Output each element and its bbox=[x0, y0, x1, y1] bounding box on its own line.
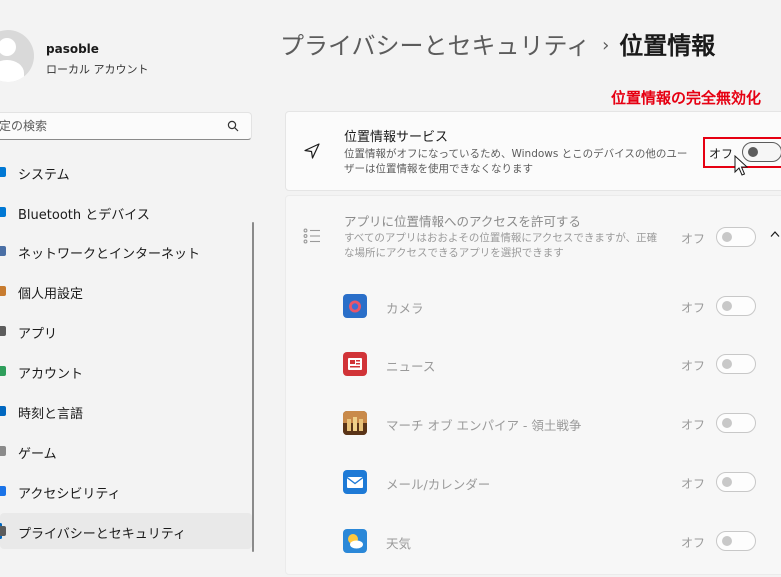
app-row-mail-calendar: メール/カレンダー オフ bbox=[286, 460, 781, 518]
avatar[interactable] bbox=[0, 30, 34, 82]
app-row-camera: カメラ オフ bbox=[286, 284, 781, 342]
toggle-knob bbox=[722, 418, 732, 428]
news-icon bbox=[343, 352, 367, 376]
location-service-title: 位置情報サービス bbox=[344, 130, 449, 145]
sidebar-item-system[interactable]: システム bbox=[0, 154, 252, 190]
toggle-knob bbox=[722, 477, 732, 487]
account-type: ローカル アカウント bbox=[46, 63, 149, 76]
sidebar-item-gaming[interactable]: ゲーム bbox=[0, 433, 252, 469]
app-state: オフ bbox=[681, 301, 706, 315]
app-toggle[interactable] bbox=[716, 472, 756, 492]
page-title: 位置情報 bbox=[619, 32, 716, 60]
location-service-state: オフ bbox=[709, 147, 734, 161]
search-icon[interactable] bbox=[227, 120, 239, 132]
game-icon bbox=[0, 446, 6, 456]
user-name: pasoble bbox=[46, 42, 99, 56]
avatar-head bbox=[0, 38, 16, 56]
breadcrumb-parent[interactable]: プライバシーとセキュリティ bbox=[280, 32, 590, 60]
sidebar-item-accounts[interactable]: アカウント bbox=[0, 353, 252, 389]
app-access-toggle[interactable] bbox=[716, 227, 756, 247]
camera-icon bbox=[343, 294, 367, 318]
annotation-caption: 位置情報の完全無効化 bbox=[611, 89, 762, 107]
avatar-body bbox=[0, 60, 24, 82]
toggle-knob bbox=[722, 301, 732, 311]
weather-icon bbox=[343, 529, 367, 553]
apps-icon bbox=[0, 326, 6, 336]
app-toggle[interactable] bbox=[716, 413, 756, 433]
app-row-weather: 天気 オフ bbox=[286, 519, 781, 577]
sidebar-item-apps[interactable]: アプリ bbox=[0, 313, 252, 349]
app-row-march-of-empires: マーチ オブ エンパイア - 領土戦争 オフ bbox=[286, 401, 781, 459]
app-row-news: ニュース オフ bbox=[286, 342, 781, 400]
toggle-knob bbox=[722, 232, 732, 242]
location-arrow-icon bbox=[304, 143, 320, 159]
app-name: メール/カレンダー bbox=[386, 477, 491, 492]
app-toggle[interactable] bbox=[716, 354, 756, 374]
breadcrumb: プライバシーとセキュリティ › 位置情報 bbox=[280, 26, 715, 61]
network-icon bbox=[0, 246, 6, 256]
app-access-card: アプリに位置情報へのアクセスを許可する すべてのアプリはおおよその位置情報にアク… bbox=[285, 195, 781, 575]
sidebar-scrollbar[interactable] bbox=[252, 222, 254, 552]
app-access-title: アプリに位置情報へのアクセスを許可する bbox=[344, 214, 581, 229]
app-state: オフ bbox=[681, 536, 706, 550]
app-name: カメラ bbox=[386, 301, 424, 316]
app-state: オフ bbox=[681, 359, 706, 373]
app-access-description: すべてのアプリはおおよその位置情報にアクセスできますが、正確な場所にアクセスでき… bbox=[344, 232, 658, 259]
clock-icon bbox=[0, 406, 6, 416]
bluetooth-icon bbox=[0, 207, 6, 217]
sidebar-item-label: アカウント bbox=[18, 367, 84, 382]
app-access-state: オフ bbox=[681, 232, 706, 246]
app-name: ニュース bbox=[386, 359, 436, 374]
sidebar-item-label: アプリ bbox=[18, 327, 58, 342]
toggle-knob bbox=[722, 536, 732, 546]
sidebar-item-label: アクセシビリティ bbox=[18, 487, 121, 502]
search-input[interactable] bbox=[0, 113, 219, 139]
accessibility-icon bbox=[0, 486, 6, 496]
app-toggle[interactable] bbox=[716, 296, 756, 316]
sidebar-item-label: プライバシーとセキュリティ bbox=[18, 527, 186, 542]
toggle-knob bbox=[748, 147, 758, 157]
sidebar-item-label: システム bbox=[18, 168, 70, 183]
sidebar-item-accessibility[interactable]: アクセシビリティ bbox=[0, 473, 252, 509]
account-icon bbox=[0, 366, 6, 376]
breadcrumb-separator: › bbox=[602, 35, 610, 56]
brush-icon bbox=[0, 286, 6, 296]
sidebar-item-bluetooth[interactable]: Bluetooth とデバイス bbox=[0, 194, 252, 230]
sidebar-item-label: ゲーム bbox=[18, 447, 57, 462]
location-service-description: 位置情報がオフになっているため、Windows とこのデバイスの他のユーザーは位… bbox=[344, 148, 688, 175]
app-toggle[interactable] bbox=[716, 531, 756, 551]
sidebar-item-privacy-security[interactable]: プライバシーとセキュリティ bbox=[0, 513, 252, 549]
chevron-up-icon[interactable] bbox=[770, 230, 780, 238]
shield-icon bbox=[0, 526, 6, 536]
mouse-cursor-icon bbox=[734, 155, 748, 176]
game-app-icon bbox=[343, 411, 367, 435]
sidebar-item-time-language[interactable]: 時刻と言語 bbox=[0, 393, 252, 429]
app-name: マーチ オブ エンパイア - 領土戦争 bbox=[386, 418, 582, 433]
settings-search-box[interactable] bbox=[0, 112, 252, 140]
sidebar-item-label: ネットワークとインターネット bbox=[18, 247, 201, 262]
sidebar-item-network[interactable]: ネットワークとインターネット bbox=[0, 233, 252, 269]
mail-icon bbox=[343, 470, 367, 494]
list-icon bbox=[303, 228, 320, 244]
sidebar: pasoble ローカル アカウント システム Bluetooth とデバイス … bbox=[0, 0, 262, 567]
sidebar-item-label: 個人用設定 bbox=[18, 287, 84, 302]
toggle-knob bbox=[722, 359, 732, 369]
app-name: 天気 bbox=[386, 536, 412, 551]
sidebar-item-label: 時刻と言語 bbox=[18, 407, 84, 422]
app-state: オフ bbox=[681, 418, 706, 432]
sidebar-item-personalization[interactable]: 個人用設定 bbox=[0, 273, 252, 309]
system-icon bbox=[0, 167, 6, 177]
app-state: オフ bbox=[681, 477, 706, 491]
sidebar-item-label: Bluetooth とデバイス bbox=[18, 208, 150, 223]
